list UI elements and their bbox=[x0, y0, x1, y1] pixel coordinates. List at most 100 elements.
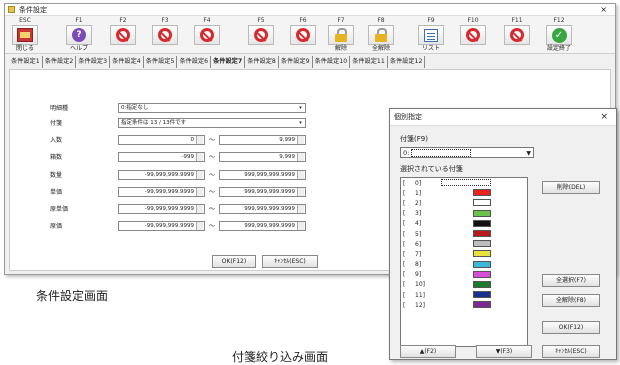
dialog-title: 個別指定 bbox=[394, 113, 422, 121]
spinner-icon[interactable] bbox=[196, 152, 203, 161]
dialog-close-button[interactable]: × bbox=[600, 109, 608, 126]
select-all-button[interactable]: 全選択(F7) bbox=[542, 274, 600, 287]
suryo-from-value: -99,999,999.9999 bbox=[144, 171, 194, 178]
gentanka-to-input[interactable]: 999,999,999.9999 bbox=[219, 203, 306, 214]
spinner-icon[interactable] bbox=[297, 221, 304, 230]
fkey-f4-button[interactable]: F4 bbox=[189, 16, 225, 54]
list-item[interactable]: [10] bbox=[401, 280, 527, 290]
spinner-icon[interactable] bbox=[297, 152, 304, 161]
fkey-label: F5 bbox=[257, 17, 265, 24]
tanka-from-input[interactable]: -99,999,999.9999 bbox=[118, 186, 205, 197]
hakosu-to-input[interactable]: 9,999 bbox=[219, 151, 306, 162]
spinner-icon[interactable] bbox=[196, 204, 203, 213]
fkey-f5-button[interactable]: F5 bbox=[243, 16, 279, 54]
list-item[interactable]: [12] bbox=[401, 300, 527, 310]
list-item[interactable]: [0] bbox=[401, 178, 527, 188]
tab-condition-10[interactable]: 条件設定10 bbox=[313, 56, 351, 68]
fkey-f3-button[interactable]: F3 bbox=[147, 16, 183, 54]
gentanka-from-input[interactable]: -99,999,999.9999 bbox=[118, 203, 205, 214]
tag-number: 1 bbox=[415, 189, 419, 197]
fkey-f6-button[interactable]: F6 bbox=[285, 16, 321, 54]
selected-tag-list[interactable]: [0] [1] [2] [3] [4] [5] [6] [7] [8] [9] … bbox=[400, 177, 528, 347]
list-item[interactable]: [7] bbox=[401, 249, 527, 259]
close-door-icon bbox=[17, 28, 33, 42]
genka-to-input[interactable]: 999,999,999.9999 bbox=[219, 220, 306, 231]
tab-condition-5[interactable]: 条件設定5 bbox=[144, 56, 178, 68]
fkey-f2-button[interactable]: F2 bbox=[105, 16, 141, 54]
meisai-label: 明細種 bbox=[50, 105, 69, 112]
window-close-button[interactable]: × bbox=[600, 5, 607, 14]
fkey-f11-button[interactable]: F11 bbox=[499, 16, 535, 54]
fkey-f8-button[interactable]: F8 全解除 bbox=[363, 16, 399, 54]
hakosu-from-value: -999 bbox=[181, 153, 194, 160]
list-item[interactable]: [8] bbox=[401, 260, 527, 270]
tag-color-swatch bbox=[473, 189, 491, 197]
spinner-icon[interactable] bbox=[297, 135, 304, 144]
list-item[interactable]: [2] bbox=[401, 198, 527, 208]
list-item[interactable]: [9] bbox=[401, 270, 527, 280]
range-tilde: ～ bbox=[208, 137, 215, 144]
list-item[interactable]: [3] bbox=[401, 209, 527, 219]
tab-condition-1[interactable]: 条件設定1 bbox=[9, 56, 43, 68]
spinner-icon[interactable] bbox=[196, 187, 203, 196]
spinner-icon[interactable] bbox=[196, 170, 203, 179]
fusen-select[interactable]: 指定条件は 13 / 13件です ▾ bbox=[118, 117, 306, 128]
fkey-esc-button[interactable]: ESC 閉じる bbox=[7, 16, 43, 54]
list-item[interactable]: [1] bbox=[401, 188, 527, 198]
spinner-icon[interactable] bbox=[297, 170, 304, 179]
list-item[interactable]: [11] bbox=[401, 290, 527, 300]
tanka-to-input[interactable]: 999,999,999.9999 bbox=[219, 186, 306, 197]
tag-number: 9 bbox=[415, 271, 419, 279]
suryo-to-input[interactable]: 999,999,999.9999 bbox=[219, 169, 306, 180]
fkey-f12-button[interactable]: F12 ✓ 設定終了 bbox=[541, 16, 577, 54]
spinner-icon[interactable] bbox=[297, 187, 304, 196]
fkey-caption: 解除 bbox=[334, 45, 347, 52]
cancel-button[interactable]: ｷｬﾝｾﾙ(ESC) bbox=[262, 255, 318, 268]
dialog-cancel-button[interactable]: ｷｬﾝｾﾙ(ESC) bbox=[542, 345, 600, 358]
spinner-icon[interactable] bbox=[196, 135, 203, 144]
fkey-f1-button[interactable]: F1 ? ヘルプ bbox=[61, 16, 97, 54]
tag-color-swatch bbox=[473, 199, 491, 207]
tab-condition-2[interactable]: 条件設定2 bbox=[43, 56, 77, 68]
tab-condition-12[interactable]: 条件設定12 bbox=[388, 56, 426, 68]
spinner-icon[interactable] bbox=[196, 221, 203, 230]
fkey-f9-button[interactable]: F9 リスト bbox=[413, 16, 449, 54]
dialog-ok-button[interactable]: OK(F12) bbox=[542, 321, 600, 334]
ok-button[interactable]: OK(F12) bbox=[212, 255, 256, 268]
genka-from-input[interactable]: -99,999,999.9999 bbox=[118, 220, 205, 231]
tab-condition-6[interactable]: 条件設定6 bbox=[177, 56, 212, 68]
tab-condition-7[interactable]: 条件設定7 bbox=[211, 56, 246, 68]
tag-color-swatch bbox=[473, 219, 491, 227]
tab-condition-9[interactable]: 条件設定9 bbox=[279, 56, 313, 68]
clear-all-button[interactable]: 全解除(F8) bbox=[542, 294, 600, 307]
move-down-button[interactable]: ▼(F3) bbox=[476, 345, 532, 358]
delete-button[interactable]: 削除(DEL) bbox=[542, 181, 600, 194]
list-item[interactable]: [6] bbox=[401, 239, 527, 249]
disabled-icon bbox=[296, 28, 310, 42]
tab-condition-8[interactable]: 条件設定8 bbox=[245, 56, 279, 68]
tag-number: 5 bbox=[415, 230, 419, 238]
tag-number: 0 bbox=[415, 179, 419, 187]
tag-label: 付箋(F9) bbox=[400, 135, 428, 143]
tag-select[interactable]: 0: ▼ bbox=[400, 147, 534, 158]
fkey-f7-button[interactable]: F7 解除 bbox=[323, 16, 359, 54]
list-icon bbox=[424, 28, 438, 42]
move-up-button[interactable]: ▲(F2) bbox=[400, 345, 456, 358]
range-tilde: ～ bbox=[208, 189, 215, 196]
tab-condition-11[interactable]: 条件設定11 bbox=[350, 56, 388, 68]
irisu-from-input[interactable]: 0 bbox=[118, 134, 205, 145]
dialog-screen-caption: 付箋絞り込み画面 bbox=[232, 350, 329, 364]
suryo-from-input[interactable]: -99,999,999.9999 bbox=[118, 169, 205, 180]
tab-condition-3[interactable]: 条件設定3 bbox=[76, 56, 111, 68]
tab-condition-4[interactable]: 条件設定4 bbox=[110, 56, 144, 68]
irisu-to-input[interactable]: 9,999 bbox=[219, 134, 306, 145]
fkey-f10-button[interactable]: F10 bbox=[455, 16, 491, 54]
list-item[interactable]: [4] bbox=[401, 219, 527, 229]
disabled-icon bbox=[200, 28, 214, 42]
spinner-icon[interactable] bbox=[297, 204, 304, 213]
list-item[interactable]: [5] bbox=[401, 229, 527, 239]
hakosu-from-input[interactable]: -999 bbox=[118, 151, 205, 162]
genka-from-value: -99,999,999.9999 bbox=[144, 222, 194, 229]
tag-number: 7 bbox=[415, 250, 419, 258]
meisai-select[interactable]: 0:指定なし ▾ bbox=[118, 102, 306, 113]
